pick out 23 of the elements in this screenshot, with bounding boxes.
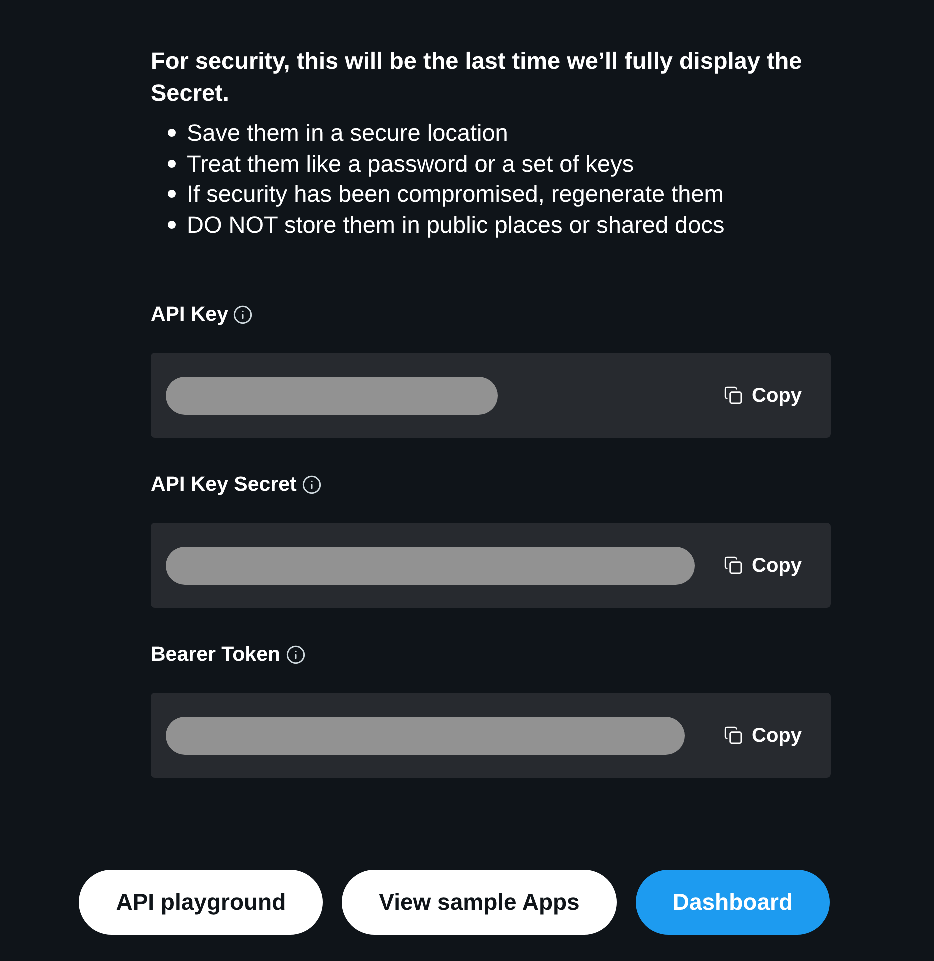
- copy-button[interactable]: Copy: [724, 554, 802, 578]
- tip-text: Save them in a secure location: [187, 119, 508, 148]
- copy-icon: [724, 386, 743, 405]
- credential-label: Bearer Token: [151, 643, 281, 667]
- credential-label: API Key: [151, 303, 228, 327]
- info-icon[interactable]: [233, 305, 254, 325]
- bullet-icon: [168, 160, 176, 168]
- copy-button[interactable]: Copy: [724, 384, 802, 408]
- credential-label: API Key Secret: [151, 473, 297, 497]
- tip-text: DO NOT store them in public places or shared docs: [187, 210, 725, 240]
- security-heading: For security, this will be the last time we’ll fully display the Secret.: [151, 47, 804, 108]
- copy-icon: [724, 726, 743, 745]
- action-button[interactable]: API playground: [79, 870, 324, 935]
- tip-text: Treat them like a password or a set of keys: [187, 150, 634, 179]
- bullet-icon: [168, 190, 176, 198]
- copy-icon: [724, 556, 743, 575]
- action-button[interactable]: View sample Apps: [342, 870, 617, 935]
- bullet-icon: [168, 220, 176, 229]
- info-icon[interactable]: [302, 475, 322, 495]
- tip-text: If security has been compromised, regenerate them: [187, 180, 724, 210]
- copy-button[interactable]: Copy: [724, 724, 802, 748]
- info-icon[interactable]: [286, 645, 306, 665]
- bullet-icon: [168, 129, 176, 138]
